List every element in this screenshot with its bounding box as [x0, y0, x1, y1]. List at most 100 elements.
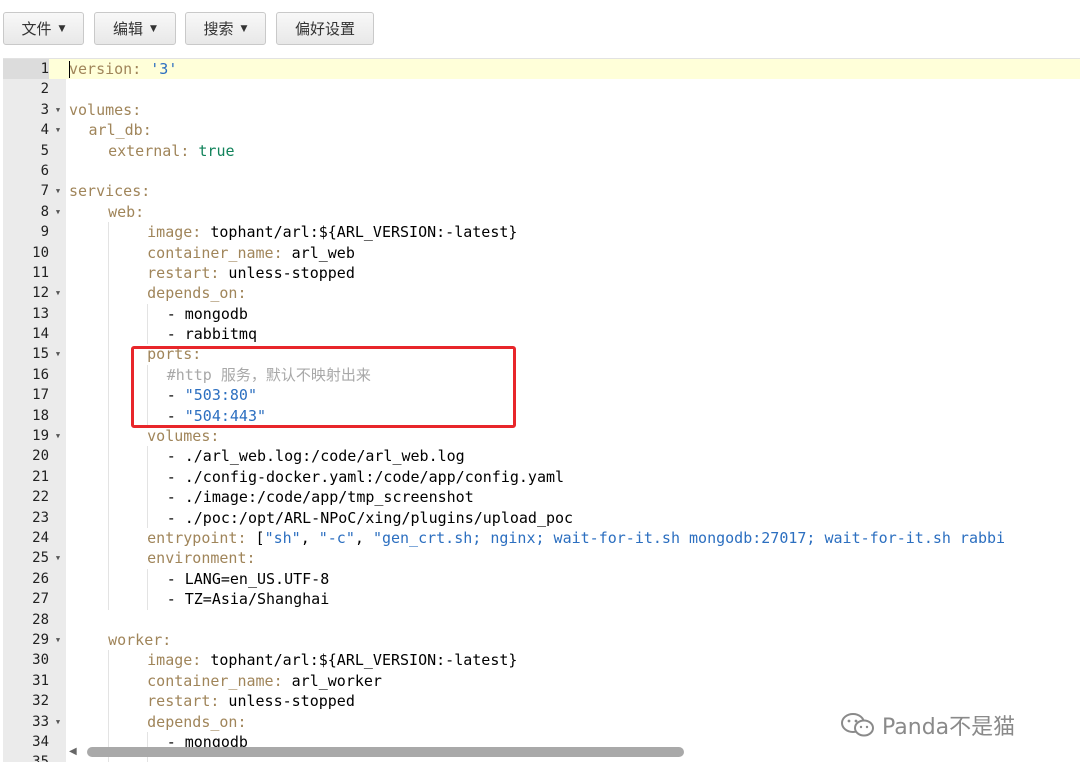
indent-guide: [108, 589, 110, 610]
indent-guide: [108, 385, 110, 406]
fold-toggle-icon[interactable]: ▼: [52, 181, 64, 201]
indent-guide: [147, 568, 149, 590]
code-token: web:: [108, 202, 145, 221]
code-line[interactable]: 13 - mongodb: [3, 303, 1080, 325]
code-line[interactable]: 1 version: '3': [3, 59, 1080, 80]
code-line[interactable]: 8 ▼ web:: [3, 202, 1080, 222]
indent-guide: [147, 446, 149, 467]
code-text: external: true: [108, 141, 234, 161]
code-line[interactable]: 30 image: tophant/arl:${ARL_VERSION:-late…: [3, 650, 1080, 671]
code-token: container_name:: [147, 671, 283, 690]
watermark-text: Panda不是猫: [882, 715, 1016, 740]
code-token: image:: [147, 651, 202, 670]
code-text: - ./poc:/opt/ARL-NPoC/xing/plugins/uploa…: [167, 508, 573, 528]
fold-toggle-icon[interactable]: ▼: [52, 283, 64, 303]
line-number: 27: [32, 591, 49, 608]
horizontal-scrollbar[interactable]: ◀: [3, 743, 1080, 761]
line-number: 2: [40, 81, 49, 98]
fold-toggle-icon[interactable]: ▼: [52, 120, 64, 140]
fold-toggle-icon[interactable]: ▼: [52, 100, 64, 120]
code-token: container_name:: [147, 243, 283, 262]
code-line[interactable]: 2: [3, 79, 1080, 99]
search-menu-button[interactable]: 搜索 ▼: [185, 12, 266, 45]
line-number: 26: [32, 570, 49, 587]
code-line[interactable]: 3 ▼ volumes:: [3, 100, 1080, 120]
edit-menu-button[interactable]: 编辑 ▼: [94, 12, 176, 45]
code-line[interactable]: 25 ▼ environment:: [3, 548, 1080, 569]
line-number: 28: [32, 611, 49, 628]
fold-toggle-icon[interactable]: ▼: [52, 202, 64, 222]
code-token: "sh": [264, 528, 301, 547]
code-line[interactable]: 7 ▼ services:: [3, 181, 1080, 201]
code-line[interactable]: 11 restart: unless-stopped: [3, 262, 1080, 284]
code-line[interactable]: 4 ▼ arl_db:: [3, 120, 1080, 140]
indent-guide: [108, 650, 110, 671]
indent-guide: [108, 283, 110, 304]
code-line[interactable]: 26 - LANG=en_US.UTF-8: [3, 568, 1080, 590]
line-number: 20: [32, 448, 49, 465]
fold-toggle-icon[interactable]: ▼: [52, 548, 64, 568]
line-number: 19: [32, 428, 49, 445]
code-token: unless-stopped: [219, 263, 355, 282]
code-token: '3': [150, 60, 178, 78]
scroll-left-icon[interactable]: ◀: [69, 746, 77, 757]
code-token: true: [198, 141, 235, 160]
code-line[interactable]: 5 external: true: [3, 141, 1080, 161]
preferences-button[interactable]: 偏好设置: [276, 12, 374, 45]
indent-guide: [108, 487, 110, 508]
code-line[interactable]: 19 ▼ volumes:: [3, 426, 1080, 447]
fold-toggle-icon[interactable]: ▼: [52, 630, 64, 650]
fold-toggle-icon[interactable]: ▼: [52, 712, 64, 732]
fold-toggle-icon[interactable]: ▼: [52, 426, 64, 446]
code-text: depends_on:: [147, 283, 246, 303]
code-text: container_name: arl_web: [147, 243, 355, 263]
code-line[interactable]: 27 - TZ=Asia/Shanghai: [3, 589, 1080, 610]
file-menu-label: 文件: [21, 20, 52, 38]
code-token: ,: [300, 528, 319, 547]
indent-guide: [108, 222, 110, 243]
code-line[interactable]: 21 - ./config-docker.yaml:/code/app/confi…: [3, 466, 1080, 488]
code-line[interactable]: 28: [3, 610, 1080, 630]
code-token: [: [246, 528, 265, 547]
line-number: 22: [32, 489, 49, 506]
code-text: - TZ=Asia/Shanghai: [167, 589, 330, 609]
indent-guide: [147, 589, 149, 610]
indent-guide: [108, 670, 110, 692]
code-line[interactable]: 22 - ./image:/code/app/tmp_screenshot: [3, 487, 1080, 508]
code-line[interactable]: 23 - ./poc:/opt/ARL-NPoC/xing/plugins/upl…: [3, 507, 1080, 528]
line-number: 30: [32, 652, 49, 669]
watermark: Panda不是猫: [840, 710, 1015, 740]
fold-toggle-icon[interactable]: ▼: [52, 344, 64, 364]
code-token: volumes:: [69, 100, 142, 119]
code-line[interactable]: 14 - rabbitmq: [3, 324, 1080, 345]
code-line[interactable]: 31 container_name: arl_worker: [3, 670, 1080, 692]
code-token: version:: [69, 60, 142, 78]
code-text: container_name: arl_worker: [147, 671, 382, 691]
code-text: - mongodb: [167, 304, 248, 324]
line-number: 3: [40, 101, 49, 118]
line-number: 33: [32, 713, 49, 730]
code-line[interactable]: 29 ▼ worker:: [3, 630, 1080, 650]
code-line[interactable]: 12 ▼ depends_on:: [3, 283, 1080, 304]
line-number: 18: [32, 407, 49, 424]
code-line[interactable]: 9 image: tophant/arl:${ARL_VERSION:-lates…: [3, 222, 1080, 243]
code-text: restart: unless-stopped: [147, 691, 355, 711]
code-line[interactable]: 10 container_name: arl_web: [3, 242, 1080, 263]
indent-guide: [108, 691, 110, 712]
indent-guide: [147, 324, 149, 345]
code-text: - ./arl_web.log:/code/arl_web.log: [167, 446, 465, 466]
file-menu-button[interactable]: 文件 ▼: [3, 12, 84, 45]
code-token: environment:: [147, 549, 256, 568]
code-text: services:: [69, 181, 150, 201]
code-editor[interactable]: 1 version: '3' 2 3 ▼ volumes: 4 ▼ arl_db: 5 extern…: [3, 58, 1080, 762]
line-number: 10: [32, 244, 49, 261]
code-text: volumes:: [69, 100, 141, 120]
code-line[interactable]: 6: [3, 161, 1080, 181]
line-number: 16: [32, 366, 49, 383]
scrollbar-thumb[interactable]: [87, 747, 684, 757]
code-token: - rabbitmq: [166, 325, 257, 344]
code-line[interactable]: 24 entrypoint: ["sh", "-c", "gen_crt.sh; …: [3, 527, 1080, 549]
code-token: depends_on:: [147, 712, 247, 731]
code-line[interactable]: 20 - ./arl_web.log:/code/arl_web.log: [3, 446, 1080, 467]
line-number: 9: [40, 224, 49, 241]
